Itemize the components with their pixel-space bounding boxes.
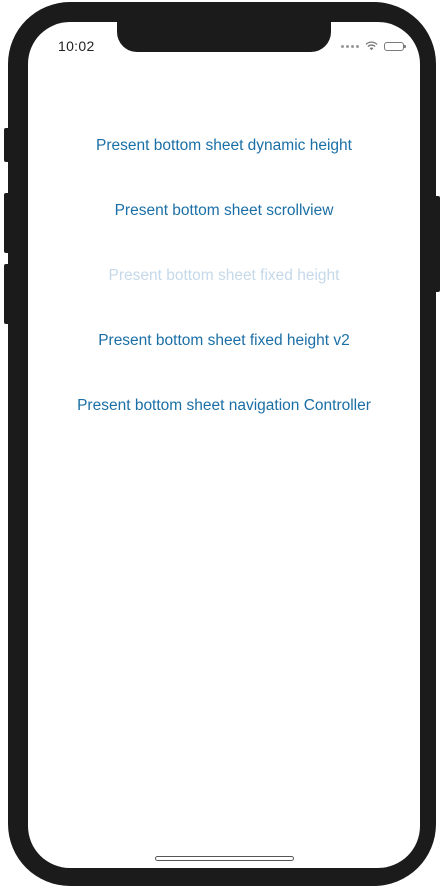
present-dynamic-height-button[interactable]: Present bottom sheet dynamic height xyxy=(28,132,420,197)
battery-icon xyxy=(384,41,406,51)
screen: 10:02 Present bottom sheet dynamic heigh… xyxy=(28,22,420,868)
present-fixed-height-v2-button[interactable]: Present bottom sheet fixed height v2 xyxy=(28,327,420,392)
present-fixed-height-button[interactable]: Present bottom sheet fixed height xyxy=(28,262,420,327)
button-list: Present bottom sheet dynamic height Pres… xyxy=(28,132,420,457)
present-navigation-controller-button[interactable]: Present bottom sheet navigation Controll… xyxy=(28,392,420,457)
cellular-signal-icon xyxy=(341,44,359,48)
status-bar-icons xyxy=(341,40,406,52)
status-bar-time: 10:02 xyxy=(58,38,95,54)
wifi-icon xyxy=(365,41,378,51)
home-indicator[interactable] xyxy=(155,856,294,861)
present-scrollview-button[interactable]: Present bottom sheet scrollview xyxy=(28,197,420,262)
notch xyxy=(117,22,331,52)
